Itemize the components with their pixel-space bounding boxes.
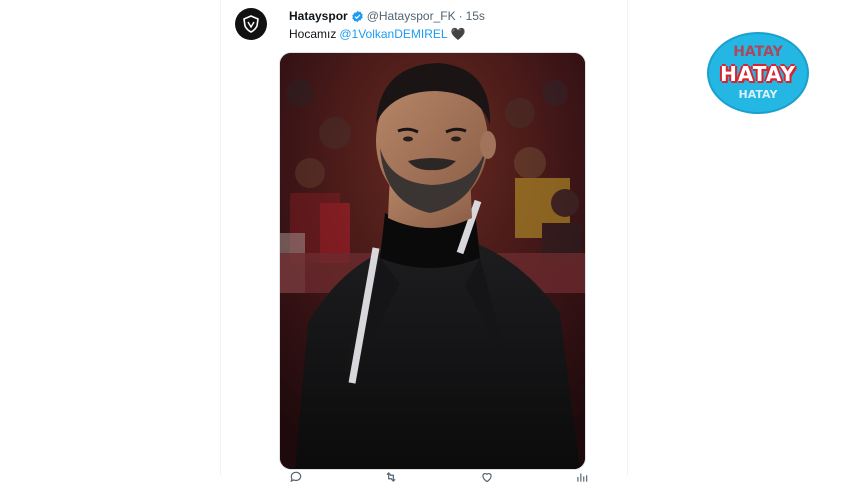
avatar-shield-icon xyxy=(243,15,259,33)
separator: · xyxy=(458,9,463,23)
sticker-ghost-text-2: HATAY xyxy=(738,88,778,101)
display-name[interactable]: Hatayspor xyxy=(289,9,348,23)
avatar[interactable] xyxy=(235,8,267,40)
views-icon[interactable] xyxy=(575,470,589,482)
timestamp[interactable]: 15s xyxy=(466,9,485,23)
black-heart-emoji: 🖤 xyxy=(450,27,466,41)
tweet-photo[interactable]: TRENDYOL SÜPER LİG xyxy=(279,52,586,470)
retweet-icon[interactable] xyxy=(384,470,398,482)
mention-link[interactable]: @1VolkanDEMIREL xyxy=(339,27,447,41)
tweet-actions xyxy=(289,470,589,483)
sticker-ghost-text: HATAY xyxy=(733,44,783,60)
like-icon[interactable] xyxy=(480,470,494,482)
timeline-column: Hatayspor @Hatayspor_FK · 15s Hocamız @1… xyxy=(220,0,628,482)
coach-photo: TRENDYOL SÜPER LİG xyxy=(280,53,585,469)
sticker-text: HATAY xyxy=(720,62,796,86)
verified-badge-icon xyxy=(351,10,364,23)
handle[interactable]: @Hatayspor_FK xyxy=(367,9,456,23)
hatay-logo-sticker: HATAY HATAY HATAY xyxy=(707,32,809,114)
reply-icon[interactable] xyxy=(289,470,303,482)
tweet-text: Hocamız @1VolkanDEMIREL 🖤 xyxy=(289,27,466,41)
tweet-text-prefix: Hocamız xyxy=(289,27,337,41)
tweet-header: Hatayspor @Hatayspor_FK · 15s xyxy=(289,9,485,23)
